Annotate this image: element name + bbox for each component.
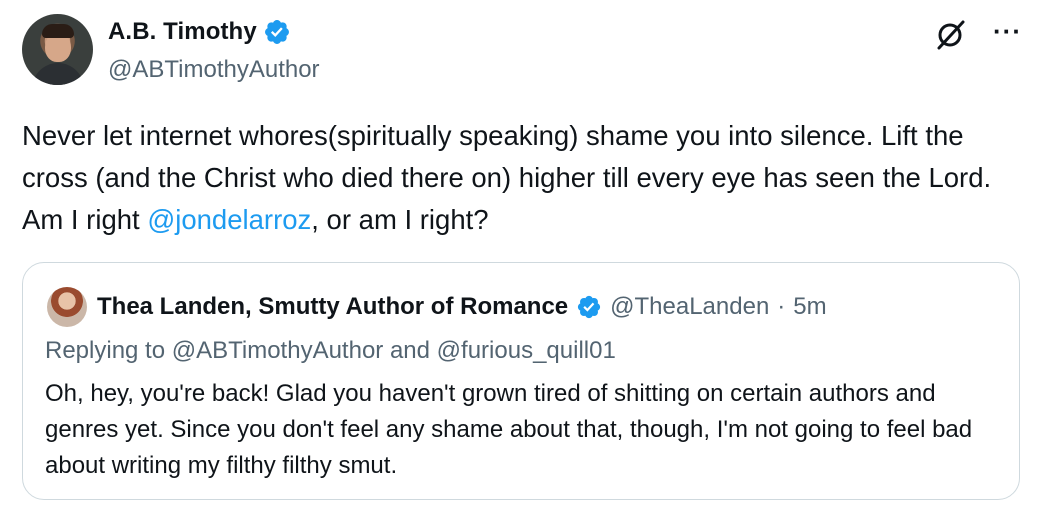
author-display-name[interactable]: A.B. Timothy bbox=[108, 18, 257, 46]
quoted-tweet-header: Thea Landen, Smutty Author of Romance @T… bbox=[47, 287, 827, 327]
quoted-tweet-card[interactable]: Thea Landen, Smutty Author of Romance @T… bbox=[22, 262, 1020, 500]
tweet-text: Never let internet whores(spiritually sp… bbox=[22, 115, 1022, 241]
avatar-shirt bbox=[32, 63, 84, 85]
quoted-author-handle: @TheaLanden bbox=[610, 293, 770, 320]
author-name-row: A.B. Timothy bbox=[108, 18, 291, 46]
grok-icon[interactable] bbox=[933, 18, 967, 52]
quoted-timestamp[interactable]: 5m bbox=[793, 293, 826, 321]
tweet-header: A.B. Timothy @ABTimothyAuthor ··· bbox=[22, 14, 1028, 90]
tweet-text-after: , or am I right? bbox=[311, 204, 489, 235]
quoted-separator-dot: · bbox=[777, 293, 786, 320]
avatar-hair bbox=[42, 24, 74, 38]
quoted-author-display-name[interactable]: Thea Landen, Smutty Author of Romance bbox=[97, 293, 568, 321]
author-avatar[interactable] bbox=[22, 14, 93, 85]
quoted-replying-to: Replying to @ABTimothyAuthor and @furiou… bbox=[45, 337, 616, 364]
author-handle[interactable]: @ABTimothyAuthor bbox=[108, 56, 320, 84]
verified-badge-icon[interactable] bbox=[263, 18, 291, 46]
quoted-author-avatar[interactable] bbox=[47, 287, 87, 327]
more-options-icon[interactable]: ··· bbox=[993, 18, 1022, 52]
top-actions: ··· bbox=[933, 18, 1022, 52]
quoted-tweet-text: Oh, hey, you're back! Glad you haven't g… bbox=[45, 380, 973, 479]
quoted-verified-badge-icon bbox=[576, 294, 602, 320]
tweet-mention-link[interactable]: @jondelarroz bbox=[147, 204, 311, 235]
